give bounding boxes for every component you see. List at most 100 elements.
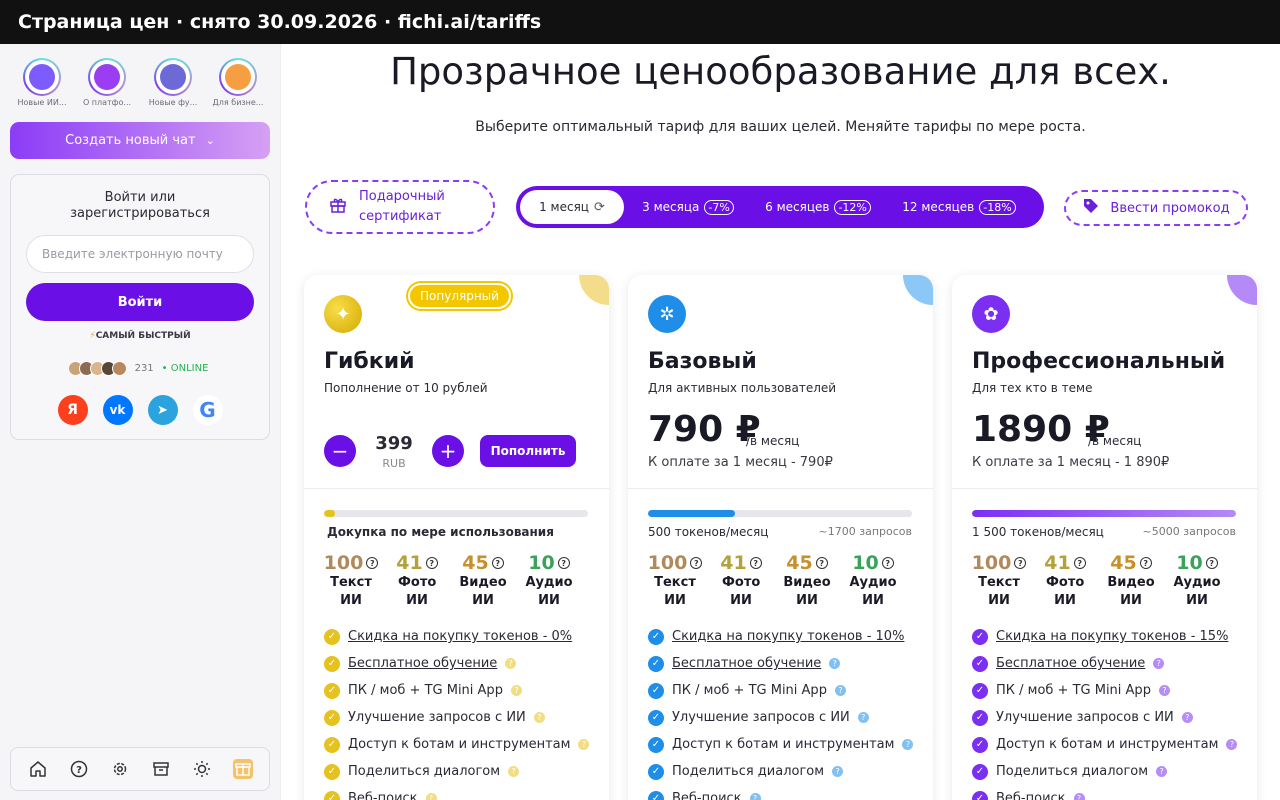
settings-icon[interactable] — [107, 756, 133, 782]
help-icon[interactable]: ? — [1226, 739, 1238, 750]
help-icon[interactable]: ? — [1181, 712, 1193, 723]
help-icon[interactable]: ? — [1153, 658, 1165, 669]
feature-text[interactable]: Скидка на покупку токенов - 0% — [348, 629, 572, 644]
help-icon[interactable]: ? — [832, 766, 844, 777]
stories-row: Новые ИИ... О платфо... Новые фу... Для … — [14, 58, 270, 114]
feature-text: ПК / моб + TG Mini App — [672, 683, 827, 698]
new-chat-button[interactable]: Создать новый чат ⌄ — [10, 122, 270, 159]
yandex-icon[interactable]: Я — [57, 395, 88, 425]
google-icon[interactable]: G — [192, 395, 223, 425]
tokens-row: Докупка по мере использования — [324, 525, 588, 539]
story-thumbnail-icon — [94, 64, 120, 90]
help-icon[interactable]: ? — [829, 658, 841, 669]
count-text-ai: 100? Текст ИИ — [318, 552, 384, 610]
increase-button[interactable]: + — [432, 435, 464, 467]
period-12-months[interactable]: 12 месяцев -18% — [884, 190, 1034, 224]
check-icon: ✓ — [324, 709, 340, 726]
flower-icon: ✿ — [972, 295, 1010, 333]
help-icon[interactable]: ? — [690, 557, 703, 569]
gift-certificate-button[interactable]: Подарочный сертификат — [305, 180, 495, 234]
promo-code-button[interactable]: Ввести промокод — [1064, 190, 1248, 226]
help-icon[interactable]: ? — [508, 766, 520, 777]
email-field[interactable] — [26, 235, 254, 273]
top-up-button[interactable]: Пополнить — [480, 435, 576, 467]
count-video-ai: 45? Видео ИИ — [459, 552, 507, 608]
theme-icon[interactable] — [189, 756, 215, 782]
feature-text: Доступ к ботам и инструментам — [996, 737, 1219, 752]
gift-icon — [329, 196, 347, 219]
help-icon[interactable]: ? — [881, 557, 894, 569]
telegram-icon[interactable]: ➤ — [147, 395, 178, 425]
model-counts: 100? Текст ИИ 41? Фото ИИ 45? Видео ИИ 10? А… — [642, 552, 922, 610]
count-video-ai: 45? Видео ИИ — [1107, 552, 1155, 608]
count-text-ai: 100? Текст ИИ — [642, 552, 708, 610]
tokens-row: 500 токенов/месяц ~1700 запросов — [648, 525, 912, 539]
help-icon[interactable]: ? — [1139, 557, 1152, 569]
count-text-ai: 100? Текст ИИ — [966, 552, 1032, 610]
help-icon[interactable]: ? — [1158, 685, 1170, 696]
help-icon[interactable]: ? — [425, 557, 438, 569]
feature-item: ✓ Доступ к ботам и инструментам? — [972, 731, 1242, 758]
help-icon[interactable]: ? — [66, 756, 92, 782]
period-3-months[interactable]: 3 месяца -7% — [624, 190, 752, 224]
gift-icon[interactable] — [230, 756, 256, 782]
help-icon[interactable]: ? — [1205, 557, 1218, 569]
count-photo-ai: 41? Фото ИИ — [396, 552, 438, 608]
fastest-label: ⚡САМЫЙ БЫСТРЫЙ — [89, 331, 191, 341]
feature-text: Доступ к ботам и инструментам — [672, 737, 895, 752]
story-item[interactable]: О платфо... — [79, 58, 135, 107]
check-icon: ✓ — [648, 790, 664, 800]
feature-text[interactable]: Бесплатное обучение — [348, 656, 497, 671]
period-label: 1 месяц — [539, 200, 589, 214]
help-icon[interactable]: ? — [749, 793, 761, 800]
help-icon[interactable]: ? — [425, 793, 437, 800]
help-icon[interactable]: ? — [1073, 793, 1085, 800]
help-icon[interactable]: ? — [557, 557, 570, 569]
feature-item: ✓ Поделиться диалогом? — [648, 758, 918, 785]
help-icon[interactable]: ? — [815, 557, 828, 569]
billing-period-switch: 1 месяц ⟳ 3 месяца -7% 6 месяцев -12% 12… — [516, 186, 1044, 228]
price-period: /в месяц — [1088, 434, 1142, 448]
amount-value[interactable]: 399 — [374, 433, 414, 454]
period-1-month[interactable]: 1 месяц ⟳ — [520, 190, 624, 224]
token-usage-bar — [324, 510, 588, 517]
help-icon[interactable]: ? — [1156, 766, 1168, 777]
price-period: /в месяц — [746, 434, 800, 448]
popular-badge: Популярный — [408, 283, 511, 309]
feature-text[interactable]: Скидка на покупку токенов - 15% — [996, 629, 1228, 644]
feature-text[interactable]: Скидка на покупку токенов - 10% — [672, 629, 904, 644]
story-item[interactable]: Новые фу... — [145, 58, 201, 107]
plan-card-flexible: ✦ Популярный Гибкий Пополнение от 10 руб… — [304, 275, 609, 800]
help-icon[interactable]: ? — [491, 557, 504, 569]
plan-description: Для активных пользователей — [648, 381, 837, 395]
archive-icon[interactable] — [148, 756, 174, 782]
help-icon[interactable]: ? — [749, 557, 762, 569]
help-icon[interactable]: ? — [533, 712, 545, 723]
period-6-months[interactable]: 6 месяцев -12% — [752, 190, 884, 224]
plan-description: Для тех кто в теме — [972, 381, 1093, 395]
help-icon[interactable]: ? — [1014, 557, 1027, 569]
help-icon[interactable]: ? — [578, 739, 590, 750]
amount-currency: RUB — [382, 457, 406, 470]
page-subtitle: Выберите оптимальный тариф для ваших цел… — [475, 119, 1086, 135]
check-icon: ✓ — [324, 628, 340, 645]
help-icon[interactable]: ? — [857, 712, 869, 723]
feature-text: Веб-поиск — [672, 791, 742, 800]
feature-item: ✓ Скидка на покупку токенов - 15% — [972, 623, 1242, 650]
feature-text[interactable]: Бесплатное обучение — [996, 656, 1145, 671]
story-item[interactable]: Новые ИИ... — [14, 58, 70, 107]
help-icon[interactable]: ? — [1073, 557, 1086, 569]
login-button[interactable]: Войти — [26, 283, 254, 321]
help-icon[interactable]: ? — [834, 685, 846, 696]
help-icon[interactable]: ? — [505, 658, 517, 669]
vk-icon[interactable]: vk — [102, 395, 133, 425]
feature-item: ✓ Бесплатное обучение? — [324, 650, 594, 677]
story-item[interactable]: Для бизне... — [210, 58, 266, 107]
home-icon[interactable] — [25, 756, 51, 782]
help-icon[interactable]: ? — [902, 739, 914, 750]
card-corner-decoration — [1227, 275, 1257, 305]
help-icon[interactable]: ? — [366, 557, 379, 569]
decrease-button[interactable]: − — [324, 435, 356, 467]
help-icon[interactable]: ? — [510, 685, 522, 696]
feature-text[interactable]: Бесплатное обучение — [672, 656, 821, 671]
